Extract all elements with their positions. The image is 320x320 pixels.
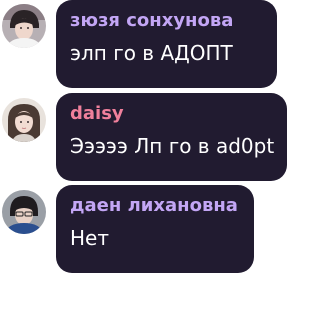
message-text: Нет [70, 226, 109, 250]
user-avatar-icon [2, 4, 46, 48]
message-author[interactable]: daisy [70, 103, 275, 125]
message-author[interactable]: даен лихановна [70, 195, 242, 217]
avatar[interactable] [2, 190, 46, 234]
message-text: элп го в АДОПТ [70, 41, 233, 65]
user-avatar-icon [2, 190, 46, 234]
message-text: Эээээ Лп го в ad0pt [70, 134, 275, 158]
message-author[interactable]: зюзя сонхунова [70, 10, 265, 32]
message-bubble[interactable]: зюзя сонхунова элп го в АДОПТ [56, 0, 277, 88]
avatar[interactable] [2, 98, 46, 142]
user-avatar-icon [2, 98, 46, 142]
avatar[interactable] [2, 4, 46, 48]
message-bubble[interactable]: даен лихановна Нет [56, 185, 254, 273]
message-bubble[interactable]: daisy Эээээ Лп го в ad0pt [56, 93, 287, 181]
